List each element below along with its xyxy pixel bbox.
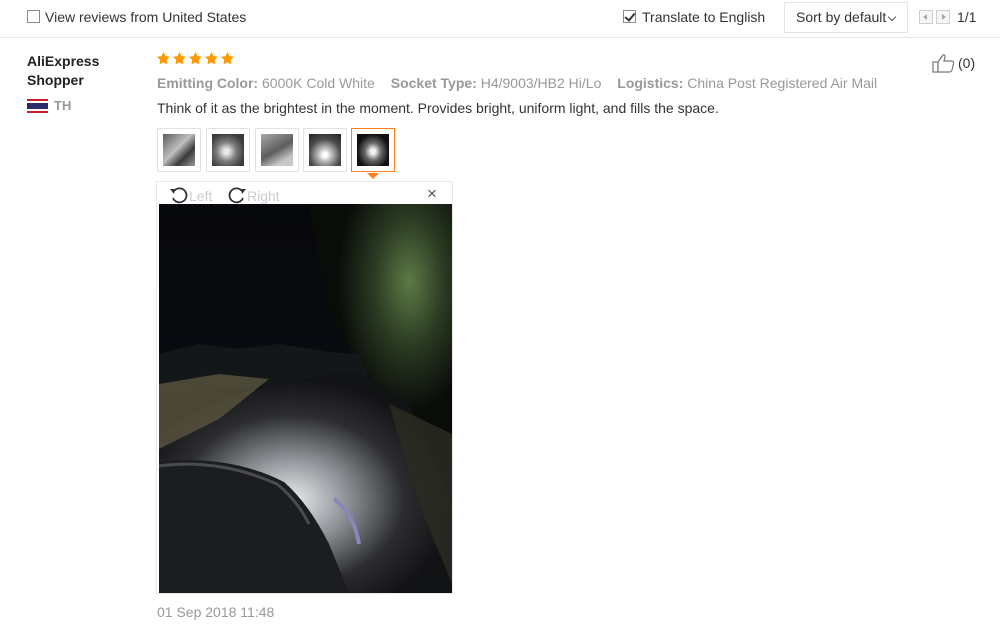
star-rating — [156, 51, 236, 69]
review-thumbnail[interactable] — [255, 128, 299, 172]
translate-label[interactable]: Translate to English — [642, 9, 765, 25]
star-icon — [220, 51, 235, 65]
rotate-right-icon — [228, 187, 246, 204]
view-us-checkbox[interactable] — [27, 10, 40, 23]
reviewer-name: AliExpress Shopper — [27, 53, 100, 88]
thumbs-up-icon[interactable] — [932, 53, 956, 73]
attr-value: 6000K Cold White — [262, 75, 375, 91]
close-viewer-button[interactable]: × — [427, 184, 437, 204]
review-thumbnail[interactable] — [303, 128, 347, 172]
attr-value: H4/9003/HB2 Hi/Lo — [480, 75, 602, 91]
rotate-left-icon — [170, 187, 188, 204]
translate-checkbox[interactable] — [623, 10, 636, 23]
active-thumbnail-indicator — [367, 173, 379, 179]
review-text: Think of it as the brightest in the mome… — [157, 100, 719, 116]
next-page-button[interactable] — [936, 10, 950, 24]
star-icon — [204, 51, 219, 65]
review-thumbnail-active[interactable] — [351, 128, 395, 172]
attr-key: Logistics: — [617, 75, 684, 91]
review-thumbnail[interactable] — [206, 128, 250, 172]
sort-label: Sort by default — [796, 9, 887, 25]
country-code: TH — [54, 98, 72, 113]
thailand-flag-icon — [27, 99, 48, 113]
attr-value: China Post Registered Air Mail — [687, 75, 878, 91]
review-thumbnail[interactable] — [157, 128, 201, 172]
rotate-right-label: Right — [247, 188, 280, 204]
chevron-down-icon — [887, 12, 897, 22]
prev-page-button[interactable] — [919, 10, 933, 24]
rotate-left-button[interactable]: Left — [169, 186, 212, 204]
review-date: 01 Sep 2018 11:48 — [157, 604, 275, 620]
product-attributes: Emitting Color: 6000K Cold White Socket … — [157, 75, 877, 91]
rotate-left-label: Left — [189, 188, 213, 204]
star-icon — [172, 51, 187, 65]
star-icon — [156, 51, 171, 65]
page-indicator: 1/1 — [957, 9, 977, 25]
attr-key: Socket Type: — [390, 75, 477, 91]
sort-dropdown[interactable]: Sort by default — [784, 2, 908, 33]
review-toolbar: View reviews from United States Translat… — [0, 0, 1000, 38]
star-icon — [188, 51, 203, 65]
like-count: (0) — [958, 55, 976, 71]
attr-key: Emitting Color: — [157, 75, 259, 91]
review-photo[interactable] — [159, 204, 452, 593]
rotate-right-button[interactable]: Right — [227, 186, 280, 204]
view-us-label[interactable]: View reviews from United States — [45, 9, 246, 25]
image-viewer: Left Right × — [156, 181, 453, 594]
